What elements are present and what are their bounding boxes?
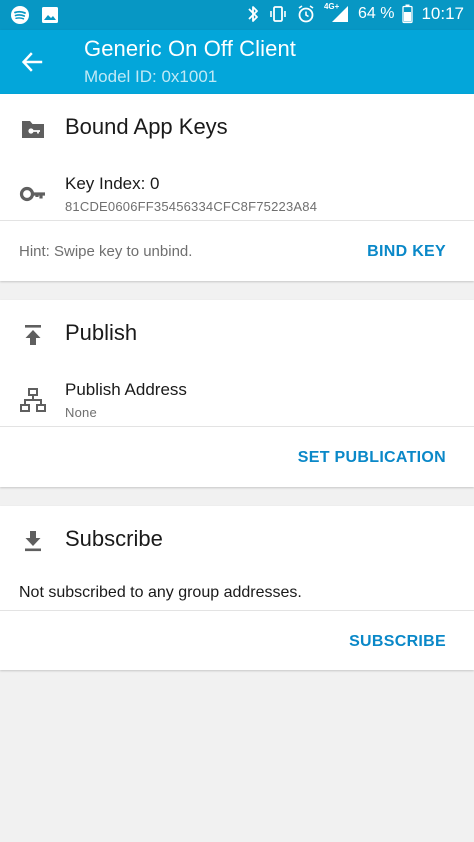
clock: 10:17 bbox=[421, 4, 464, 23]
back-button[interactable] bbox=[14, 44, 50, 80]
page-subtitle: Model ID: 0x1001 bbox=[84, 67, 218, 86]
publish-icon bbox=[20, 322, 46, 348]
section-title: Publish bbox=[65, 320, 138, 345]
key-icon bbox=[19, 180, 47, 208]
bound-app-keys-actions: Hint: Swipe key to unbind. BIND KEY bbox=[0, 221, 474, 281]
subscribe-button[interactable]: SUBSCRIBE bbox=[349, 633, 446, 651]
signal-icon: 4G+ bbox=[324, 2, 350, 24]
alarm-icon bbox=[296, 4, 316, 24]
section-title: Subscribe bbox=[65, 526, 163, 551]
bind-key-button[interactable]: BIND KEY bbox=[367, 243, 446, 261]
battery-icon bbox=[402, 4, 414, 24]
set-publication-button[interactable]: SET PUBLICATION bbox=[298, 449, 446, 467]
unbind-hint: Hint: Swipe key to unbind. bbox=[19, 243, 193, 260]
app-key-row[interactable]: Key Index: 0 81CDE0606FF35456334CFC8F752… bbox=[0, 164, 474, 224]
status-right-icons: 4G+ 64 % 10:17 bbox=[246, 2, 464, 24]
folder-key-icon bbox=[20, 116, 46, 142]
publish-address-value: None bbox=[65, 405, 97, 420]
publish-address-label: Publish Address bbox=[65, 380, 187, 399]
page-title: Generic On Off Client bbox=[84, 36, 297, 61]
subscribe-header: Subscribe bbox=[0, 506, 474, 576]
image-icon bbox=[40, 5, 60, 25]
subscribe-actions: SUBSCRIBE bbox=[0, 611, 474, 671]
status-bar: 4G+ 64 % 10:17 bbox=[0, 0, 474, 30]
publish-card: Publish Publish Address None SET PUBLICA… bbox=[0, 300, 474, 487]
publish-actions: SET PUBLICATION bbox=[0, 427, 474, 487]
download-icon bbox=[20, 528, 46, 554]
publish-address-row[interactable]: Publish Address None bbox=[0, 370, 474, 430]
bluetooth-icon bbox=[246, 4, 260, 24]
key-index-label: Key Index: 0 bbox=[65, 174, 160, 193]
key-value: 81CDE0606FF35456334CFC8F75223A84 bbox=[65, 199, 318, 214]
subscribe-card: Subscribe Not subscribed to any group ad… bbox=[0, 506, 474, 670]
publish-header: Publish bbox=[0, 300, 474, 370]
subscription-status: Not subscribed to any group addresses. bbox=[19, 584, 302, 601]
battery-level: 64 % bbox=[357, 5, 395, 22]
subscribe-status-row: Not subscribed to any group addresses. bbox=[0, 576, 474, 610]
app-bar: Generic On Off Client Model ID: 0x1001 bbox=[0, 30, 474, 94]
bound-app-keys-header: Bound App Keys bbox=[0, 94, 474, 164]
arrow-left-icon bbox=[21, 52, 43, 72]
network-icon bbox=[19, 386, 47, 414]
bound-app-keys-card: Bound App Keys Key Index: 0 81CDE0606FF3… bbox=[0, 94, 474, 281]
section-title: Bound App Keys bbox=[65, 114, 228, 139]
status-left-icons bbox=[10, 5, 60, 25]
vibrate-icon bbox=[268, 4, 288, 24]
spotify-icon bbox=[10, 5, 30, 25]
